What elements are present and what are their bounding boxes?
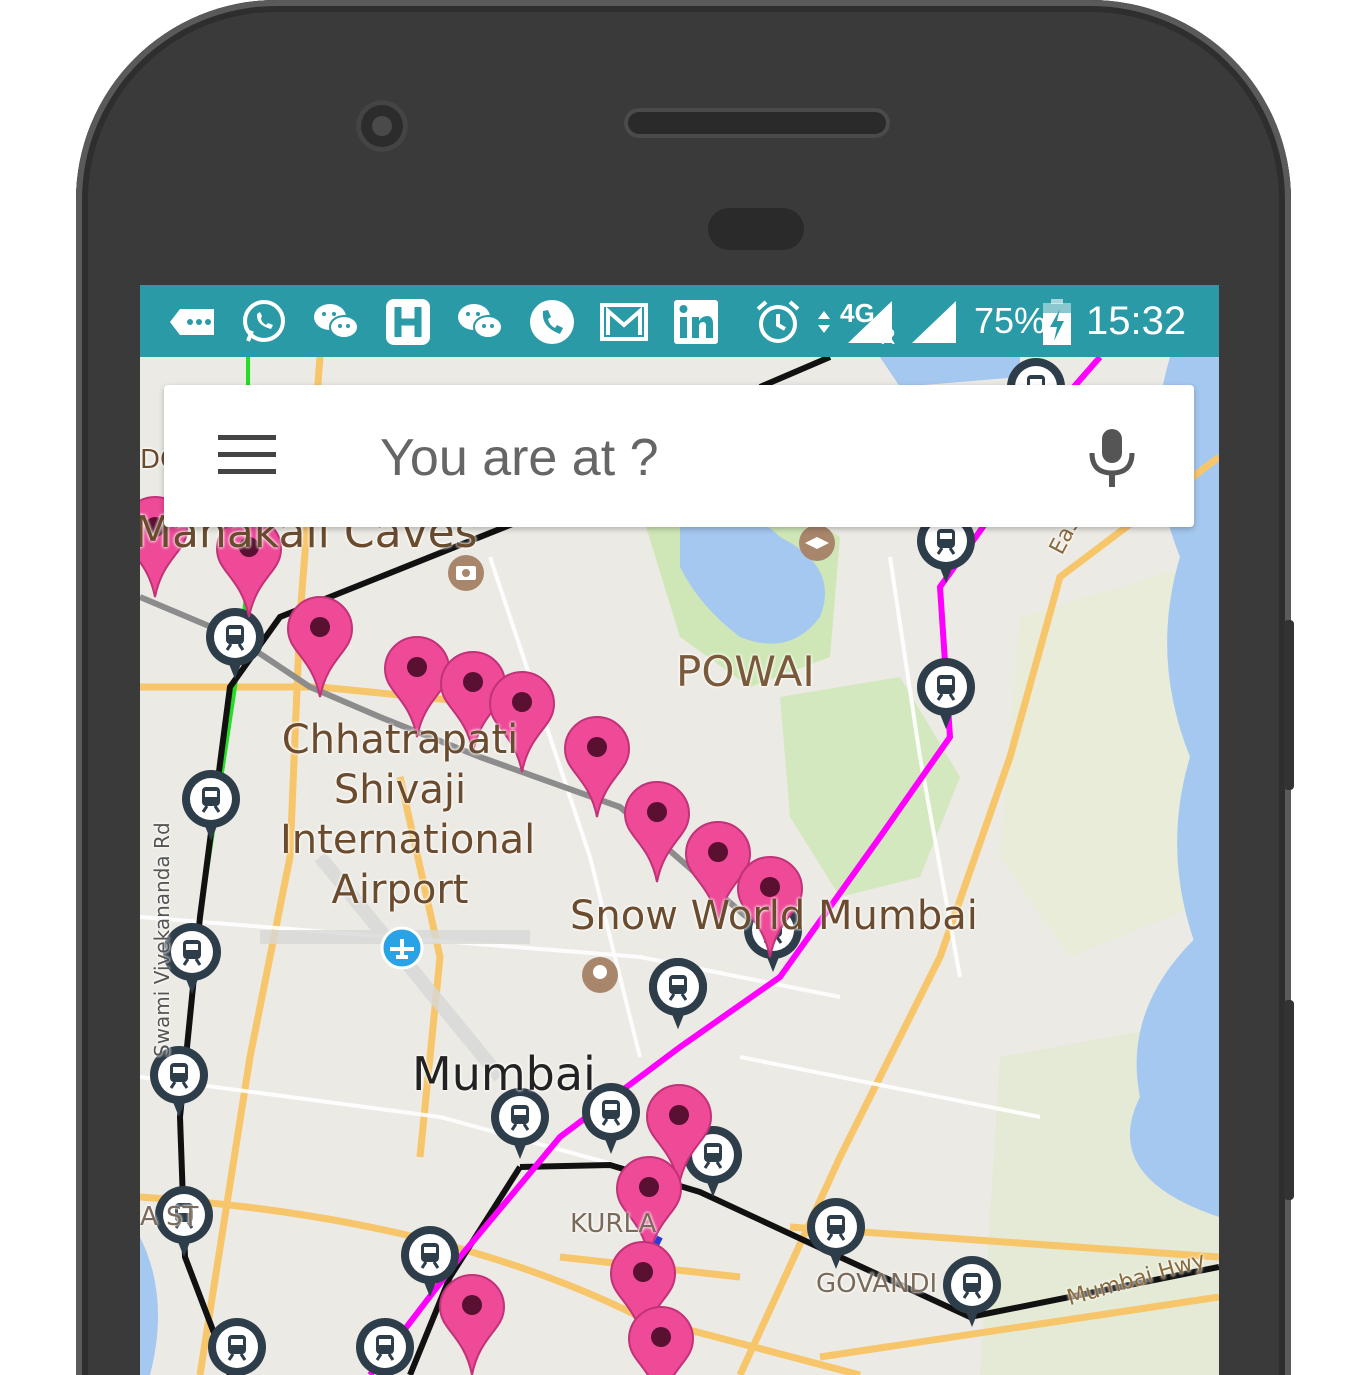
map-label-kurla: KURLA [570, 1209, 657, 1239]
roaming-label: R [880, 324, 896, 349]
message-icon [170, 309, 214, 335]
data-activity-icon [818, 311, 830, 333]
hamburger-menu-icon[interactable] [218, 435, 276, 477]
battery-charging-icon [1043, 299, 1071, 345]
gmail-icon [600, 303, 648, 341]
map-label-mumbai: Mumbai [412, 1047, 596, 1101]
airport-label-line-1: Chhatrapati [281, 717, 519, 763]
airport-label-line-3: International [280, 817, 536, 863]
status-bar: 4G R 75% 15:32 [140, 285, 1219, 357]
linkedin-icon [674, 300, 718, 344]
screen: Mahakali Caves DG Chhatrapati Shivaji In… [140, 285, 1219, 1375]
clock-time: 15:32 [1086, 299, 1187, 343]
map-view[interactable]: Mahakali Caves DG Chhatrapati Shivaji In… [140, 357, 1219, 1375]
station-marker[interactable] [807, 1198, 865, 1269]
airport-label-line-2: Shivaji [333, 767, 467, 813]
location-pin[interactable] [623, 781, 691, 883]
power-button [1284, 1000, 1294, 1200]
location-pin[interactable] [627, 1306, 695, 1375]
map-label-vivekananda-rd: Swami Vivekananda Rd [150, 822, 174, 1057]
location-pin[interactable] [286, 596, 354, 698]
search-bar [164, 385, 1194, 527]
map-label-left-edge-mid: A ST [140, 1202, 199, 1232]
airport-label-line-4: Airport [331, 867, 469, 913]
phone-icon [530, 300, 574, 344]
front-camera [356, 100, 408, 152]
location-pin[interactable] [563, 716, 631, 818]
station-marker[interactable] [208, 1318, 266, 1375]
station-marker[interactable] [206, 608, 264, 679]
map-label-airport: Chhatrapati Shivaji International Airpor… [280, 715, 536, 915]
signal-icon [912, 301, 956, 343]
wechat-icon [314, 304, 359, 339]
station-marker[interactable] [182, 770, 240, 841]
proximity-sensor [708, 208, 804, 250]
search-input[interactable] [378, 415, 1062, 501]
station-marker[interactable] [917, 658, 975, 729]
map-label-govandi: GOVANDI [816, 1269, 938, 1299]
station-marker[interactable] [943, 1256, 1001, 1327]
station-marker[interactable] [356, 1318, 414, 1375]
station-marker[interactable] [649, 958, 707, 1029]
alarm-icon [756, 300, 800, 343]
microphone-icon[interactable] [1084, 425, 1140, 489]
device-frame: Mahakali Caves DG Chhatrapati Shivaji In… [0, 0, 1367, 1375]
hike-icon [386, 299, 430, 345]
map-label-snow-world: Snow World Mumbai [570, 893, 978, 939]
wechat-icon [458, 304, 503, 339]
volume-button [1284, 620, 1294, 790]
whatsapp-icon [243, 300, 285, 342]
battery-percent: 75% [974, 300, 1047, 341]
earpiece-speaker [624, 108, 890, 138]
location-pin[interactable] [438, 1274, 506, 1375]
map-label-powai: POWAI [676, 647, 815, 696]
